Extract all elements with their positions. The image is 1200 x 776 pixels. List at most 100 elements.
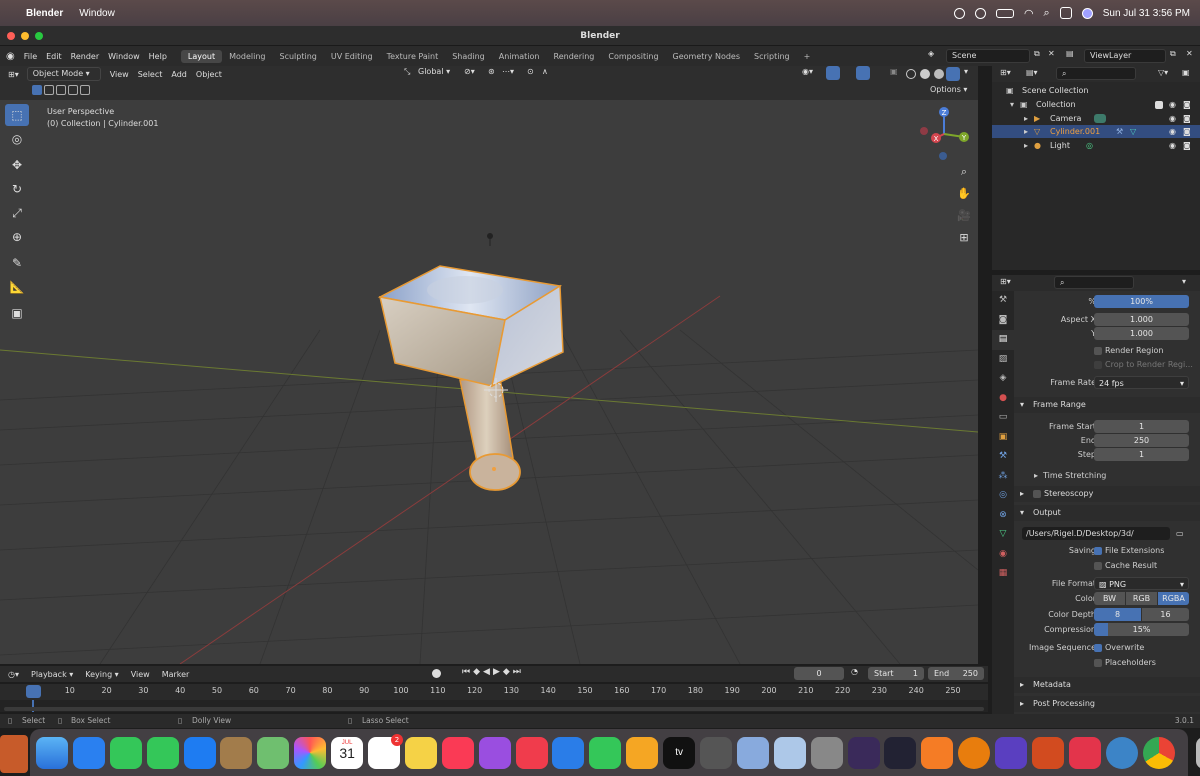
neg-z-axis-icon[interactable] bbox=[939, 152, 947, 160]
timeline-area[interactable] bbox=[0, 700, 988, 712]
datetime[interactable]: Sun Jul 31 3:56 PM bbox=[1103, 8, 1190, 19]
left-edge-app-icon[interactable] bbox=[0, 735, 28, 773]
siri-icon[interactable] bbox=[1081, 7, 1093, 19]
blender-logo-icon[interactable]: ◉ bbox=[6, 51, 15, 62]
launchpad-icon[interactable] bbox=[736, 736, 769, 769]
blender-launcher-icon[interactable] bbox=[921, 736, 954, 769]
quicktime-icon[interactable] bbox=[1105, 736, 1138, 769]
scene-tab-icon[interactable]: ◈ bbox=[992, 369, 1014, 389]
scale-tool-icon[interactable]: ⤢ bbox=[5, 202, 29, 224]
menu-marker[interactable]: Marker bbox=[162, 670, 190, 679]
render-camera-icon[interactable]: ◙ bbox=[1183, 98, 1191, 111]
tab-geometry-nodes[interactable]: Geometry Nodes bbox=[666, 50, 747, 63]
camera-data-icon[interactable] bbox=[1094, 114, 1106, 123]
keynote-icon[interactable] bbox=[552, 736, 585, 769]
tab-texture-paint[interactable]: Texture Paint bbox=[380, 50, 446, 63]
rotate-tool-icon[interactable]: ↻ bbox=[5, 178, 29, 200]
menu-file[interactable]: File bbox=[24, 52, 37, 61]
hammer-handle[interactable] bbox=[459, 377, 521, 491]
light-object-icon[interactable] bbox=[487, 233, 493, 246]
tab-rendering[interactable]: Rendering bbox=[547, 50, 602, 63]
menu-timeline-view[interactable]: View bbox=[131, 670, 150, 679]
playback-controls[interactable]: ⏮◆◀▶◆⏭ bbox=[462, 667, 524, 677]
time-stretching-subpanel[interactable]: ▸ Time Stretching bbox=[1014, 469, 1200, 483]
jump-start-icon[interactable]: ⏮ bbox=[462, 667, 473, 677]
menu-window[interactable]: Window bbox=[108, 52, 140, 61]
timeline-scrollbar[interactable] bbox=[4, 707, 984, 711]
preview-icon[interactable] bbox=[773, 736, 806, 769]
world-tab-icon[interactable]: ● bbox=[992, 389, 1014, 409]
file-format-dropdown[interactable]: ▨ PNG ▾ bbox=[1094, 577, 1189, 590]
render-camera-icon[interactable]: ◙ bbox=[1183, 125, 1191, 138]
new-scene-icon[interactable]: ⧉ bbox=[1034, 49, 1040, 59]
menu-view[interactable]: View bbox=[110, 70, 129, 79]
nova-editor-icon[interactable] bbox=[847, 736, 880, 769]
pivot-point-icon[interactable]: ⊘▾ bbox=[464, 67, 475, 76]
mode-selector[interactable]: Object Mode ▾ bbox=[26, 67, 101, 81]
render-camera-icon[interactable]: ◙ bbox=[1183, 139, 1191, 152]
view-layer-icon[interactable]: ▤ bbox=[1066, 49, 1074, 58]
facetime-icon[interactable] bbox=[109, 736, 142, 769]
tool-tab-icon[interactable]: ⚒ bbox=[992, 291, 1014, 311]
play-icon[interactable]: ▶ bbox=[493, 667, 503, 677]
safari-icon[interactable] bbox=[72, 736, 105, 769]
select-tool-icon[interactable]: ⬚ bbox=[5, 104, 29, 126]
numbers-icon[interactable] bbox=[589, 736, 622, 769]
tab-uv-editing[interactable]: UV Editing bbox=[324, 50, 380, 63]
grammarly-icon[interactable] bbox=[953, 7, 965, 19]
outliner-row-cylinder[interactable]: ▸ ▽ Cylinder.001 ⚒ ▽ ◉ ◙ bbox=[992, 125, 1200, 138]
stereoscopy-section[interactable]: ▸ Stereoscopy bbox=[1014, 486, 1200, 502]
collection-tab-icon[interactable]: ▭ bbox=[992, 408, 1014, 428]
light-data-icon[interactable]: ◎ bbox=[1086, 139, 1093, 152]
trash-icon[interactable] bbox=[1195, 736, 1200, 769]
maps-icon[interactable] bbox=[257, 736, 290, 769]
color-rgb-button[interactable]: RGB bbox=[1126, 592, 1157, 605]
tab-compositing[interactable]: Compositing bbox=[601, 50, 665, 63]
measure-tool-icon[interactable]: 📐 bbox=[5, 276, 29, 298]
play-reverse-icon[interactable]: ◀ bbox=[483, 667, 493, 677]
texture-tab-icon[interactable]: ▦ bbox=[992, 564, 1014, 584]
tab-scripting[interactable]: Scripting bbox=[747, 50, 797, 63]
tab-animation[interactable]: Animation bbox=[492, 50, 547, 63]
music-icon[interactable] bbox=[441, 736, 474, 769]
reminders-icon[interactable]: 2 bbox=[368, 733, 404, 769]
notes-icon[interactable] bbox=[404, 736, 437, 769]
mesh-data-icon[interactable]: ▽ bbox=[1130, 125, 1136, 138]
preview-range-icon[interactable]: ◔ bbox=[851, 667, 858, 676]
filter-icon[interactable]: ▽▾ bbox=[1158, 68, 1168, 77]
metadata-section[interactable]: ▸ Metadata bbox=[1014, 677, 1200, 693]
transform-orientation-selector[interactable]: Global ▾ bbox=[418, 67, 450, 76]
overlay-toggle-icon[interactable] bbox=[856, 66, 870, 80]
select-mode-subtract-icon[interactable] bbox=[56, 85, 66, 95]
display-mode-icon[interactable]: ▤▾ bbox=[1026, 68, 1038, 77]
photo-booth-icon[interactable] bbox=[1068, 736, 1101, 769]
falloff-icon[interactable]: ∧ bbox=[542, 67, 548, 76]
navigation-gizmo[interactable]: Z Y X bbox=[914, 104, 974, 164]
wireframe-shading-icon[interactable] bbox=[906, 69, 916, 79]
tab-layout[interactable]: Layout bbox=[180, 49, 223, 63]
color-depth-16-button[interactable]: 16 bbox=[1142, 608, 1189, 621]
constraints-tab-icon[interactable]: ⊗ bbox=[992, 506, 1014, 526]
color-bw-button[interactable]: BW bbox=[1094, 592, 1125, 605]
frame-range-section[interactable]: ▾ Frame Range bbox=[1014, 397, 1200, 413]
gizmo-toggle-icon[interactable] bbox=[826, 66, 840, 80]
zoom-window-button[interactable] bbox=[35, 32, 43, 40]
visibility-eye-icon[interactable]: ◉ bbox=[1169, 139, 1176, 152]
overwrite-checkbox[interactable]: Overwrite bbox=[1094, 641, 1144, 655]
solid-shading-icon[interactable] bbox=[920, 69, 930, 79]
neg-x-axis-icon[interactable] bbox=[920, 127, 928, 135]
transform-orientation-icon[interactable]: ⤡ bbox=[404, 67, 410, 77]
menu-object[interactable]: Object bbox=[196, 70, 222, 79]
render-region-checkbox[interactable]: Render Region bbox=[1094, 344, 1200, 358]
pages-icon[interactable] bbox=[626, 736, 659, 769]
move-tool-icon[interactable]: ✥ bbox=[5, 154, 29, 176]
frame-start-field[interactable]: 1 bbox=[1094, 420, 1189, 433]
perspective-toggle-icon[interactable]: ⊞ bbox=[955, 231, 973, 249]
battery-icon[interactable] bbox=[995, 8, 1014, 18]
select-mode-extend-icon[interactable] bbox=[44, 85, 54, 95]
select-mode-new-icon[interactable] bbox=[32, 85, 42, 95]
current-frame-field[interactable]: 0 bbox=[794, 667, 844, 680]
crop-region-checkbox[interactable]: Crop to Render Regi... bbox=[1094, 358, 1200, 372]
file-extensions-checkbox[interactable]: File Extensions bbox=[1094, 544, 1164, 558]
delete-view-layer-icon[interactable]: ✕ bbox=[1186, 49, 1193, 58]
